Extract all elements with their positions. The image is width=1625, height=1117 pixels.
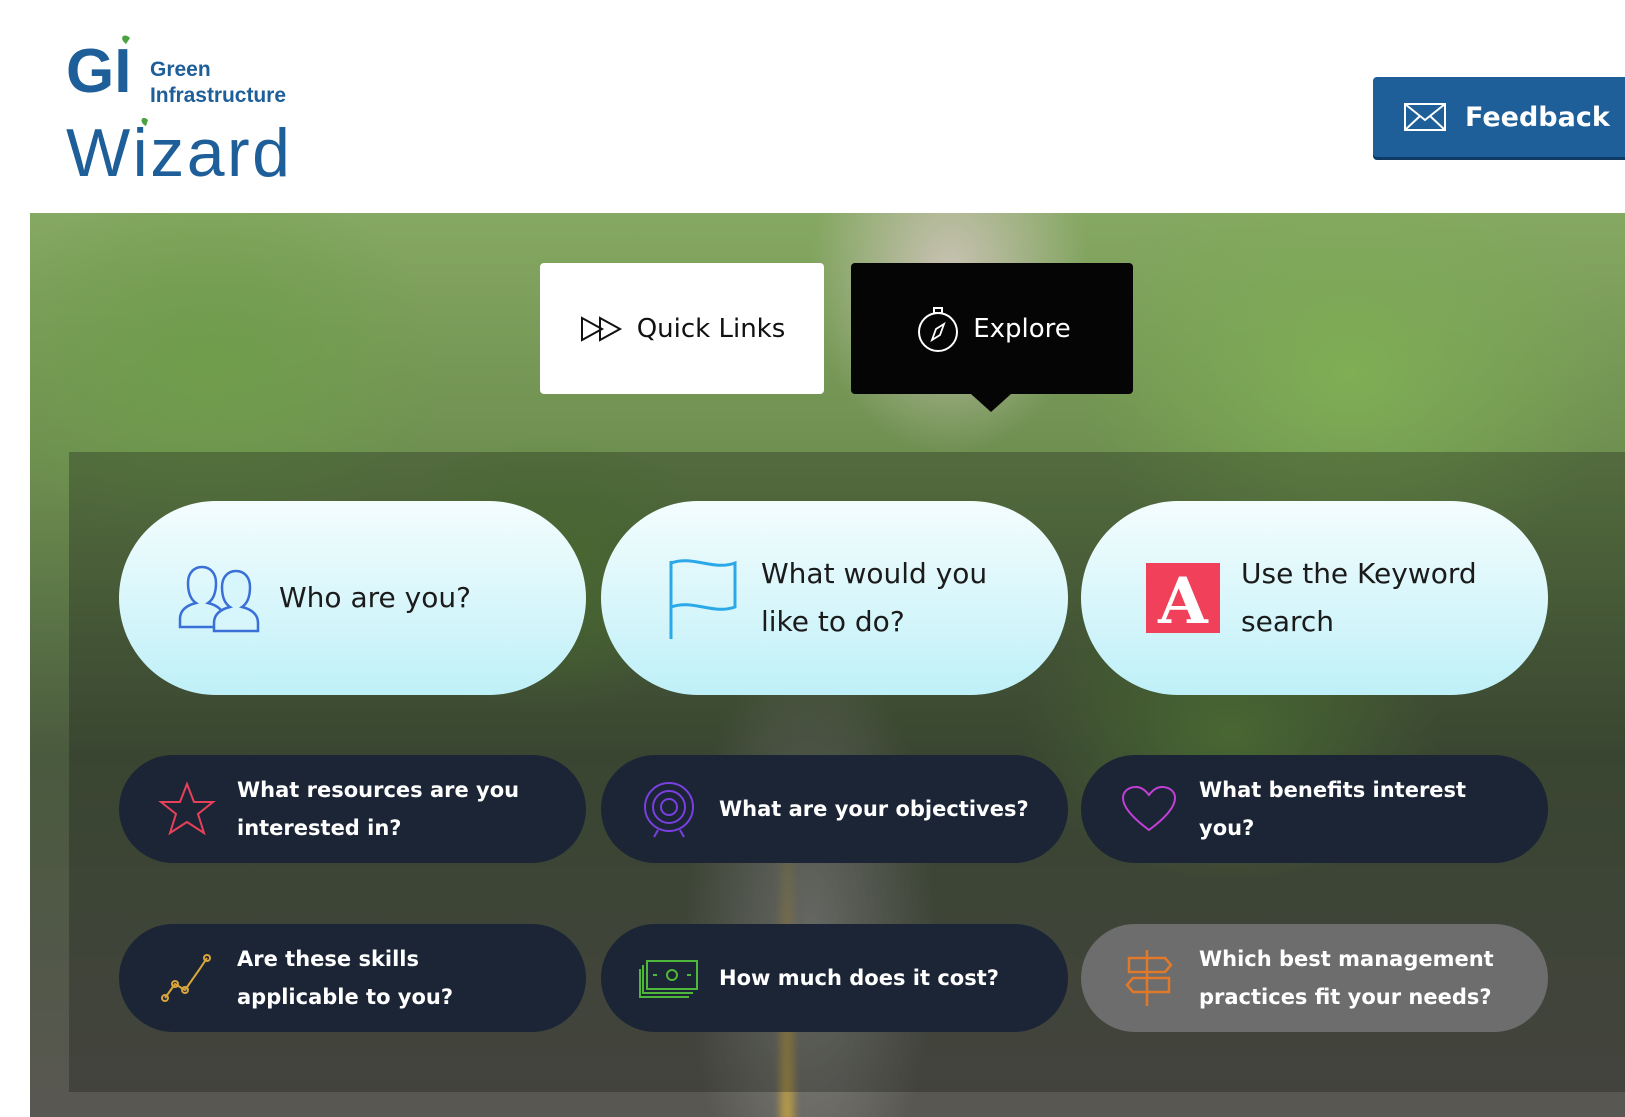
letter-a-icon: A xyxy=(1133,563,1233,633)
skills-label: Are these skills applicable to you? xyxy=(237,947,454,1009)
tab-explore-label: Explore xyxy=(973,313,1071,344)
skills-button[interactable]: Are these skills applicable to you? xyxy=(119,924,586,1032)
flag-icon xyxy=(653,555,753,641)
signpost-icon xyxy=(1119,948,1179,1008)
logo-gi-text: GI xyxy=(66,37,131,106)
what-would-you-like-to-do-button[interactable]: What would you like to do? xyxy=(601,501,1068,695)
resources-label: What resources are you interested in? xyxy=(237,778,520,840)
money-icon xyxy=(639,957,699,999)
logo-infrastructure-text: Infrastructure xyxy=(150,84,286,107)
keyword-search-label: Use the Keyword search xyxy=(1241,557,1477,638)
svg-text:A: A xyxy=(1157,564,1209,633)
tab-explore[interactable]: Explore xyxy=(851,263,1133,412)
feedback-label: Feedback xyxy=(1465,101,1610,133)
gi-wizard-logo[interactable]: GI Green Infrastructure Wizard xyxy=(66,30,296,191)
feedback-button[interactable]: Feedback xyxy=(1373,77,1625,157)
benefits-button[interactable]: What benefits interest you? xyxy=(1081,755,1548,863)
who-are-you-button[interactable]: Who are you? xyxy=(119,501,586,695)
who-are-you-label: Who are you? xyxy=(279,581,471,614)
resources-button[interactable]: What resources are you interested in? xyxy=(119,755,586,863)
logo-green-text: Green xyxy=(150,58,211,81)
keyword-search-button[interactable]: A Use the Keyword search xyxy=(1081,501,1548,695)
fast-forward-icon xyxy=(580,315,622,342)
objectives-label: What are your objectives? xyxy=(719,797,1029,821)
best-management-practices-button[interactable]: Which best management practices fit your… xyxy=(1081,924,1548,1032)
benefits-label: What benefits interest you? xyxy=(1199,778,1467,840)
cost-label: How much does it cost? xyxy=(719,966,999,990)
cost-button[interactable]: How much does it cost? xyxy=(601,924,1068,1032)
star-icon xyxy=(157,781,217,837)
heart-icon xyxy=(1119,784,1179,834)
users-icon xyxy=(171,563,271,633)
envelope-icon xyxy=(1404,103,1446,131)
objectives-button[interactable]: What are your objectives? xyxy=(601,755,1068,863)
best-management-practices-label: Which best management practices fit your… xyxy=(1199,947,1494,1009)
chart-line-icon xyxy=(157,950,217,1006)
what-would-you-like-to-do-label: What would you like to do? xyxy=(761,557,988,638)
target-icon xyxy=(639,780,699,838)
logo-wizard-text: Wizard xyxy=(66,115,290,180)
compass-icon xyxy=(918,306,959,352)
tab-quick-links[interactable]: Quick Links xyxy=(540,263,824,394)
tab-quick-links-label: Quick Links xyxy=(636,313,786,344)
